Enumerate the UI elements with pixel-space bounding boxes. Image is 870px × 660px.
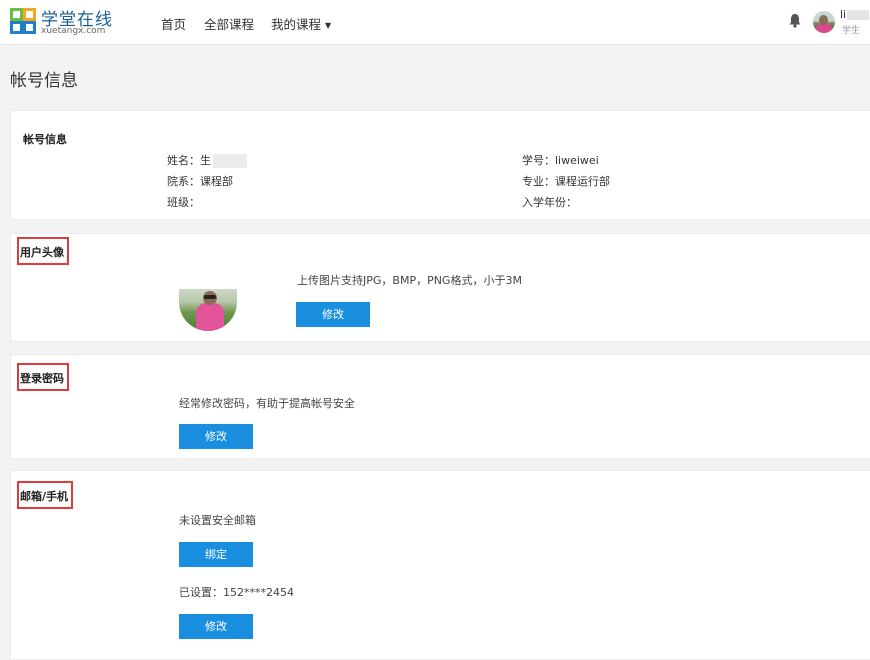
page-title: 帐号信息 — [10, 71, 78, 91]
nav-my-courses-label: 我的课程 — [271, 17, 322, 32]
contact-section-title: 邮箱/手机 — [17, 481, 74, 509]
student-number-field: 学号：liweiwei — [522, 154, 599, 167]
major-field: 专业：课程运行部 — [522, 175, 610, 188]
site-logo[interactable]: 学堂在线 xuetangx.com — [10, 6, 130, 38]
user-avatar[interactable] — [813, 11, 835, 33]
phone-status: 已设置：152****2454 — [179, 586, 294, 599]
bell-icon[interactable] — [788, 13, 802, 28]
account-info-card: 帐号信息 姓名：生 院系：课程部 班级： 学号：liweiwei 专业：课程运行… — [10, 110, 870, 220]
password-card: 登录密码 经常修改密码，有助于提高帐号安全 修改 — [10, 354, 870, 459]
change-password-button[interactable]: 修改 — [179, 424, 253, 449]
password-section-title: 登录密码 — [17, 363, 69, 391]
avatar-section-title: 用户头像 — [17, 237, 69, 265]
contact-card: 邮箱/手机 未设置安全邮箱 绑定 已设置：152****2454 修改 — [10, 470, 870, 660]
class-field: 班级： — [167, 196, 200, 209]
user-name[interactable]: li — [840, 8, 846, 21]
logo-subtitle: xuetangx.com — [41, 26, 106, 36]
photo-figure — [196, 303, 224, 331]
avatar-upload-hint: 上传图片支持JPG，BMP，PNG格式，小于3M — [297, 274, 522, 287]
user-role: 学生 — [842, 26, 861, 36]
name-redacted — [213, 154, 247, 168]
name-field: 姓名：生 — [167, 152, 247, 168]
edit-phone-button[interactable]: 修改 — [179, 614, 253, 639]
nav-all-courses[interactable]: 全部课程 — [204, 14, 254, 33]
avatar-face — [819, 15, 828, 25]
department-field: 院系：课程部 — [167, 175, 233, 188]
nav-home[interactable]: 首页 — [161, 14, 186, 33]
caret-down-icon: ▼ — [325, 21, 332, 30]
profile-photo — [179, 289, 237, 331]
logo-mark-icon — [10, 8, 36, 34]
edit-avatar-button[interactable]: 修改 — [296, 302, 370, 327]
avatar-card: 用户头像 上传图片支持JPG，BMP，PNG格式，小于3M 修改 — [10, 233, 870, 342]
account-info-title: 帐号信息 — [23, 133, 67, 146]
nav-my-courses[interactable]: 我的课程 ▼ — [271, 14, 331, 33]
top-header: 学堂在线 xuetangx.com 首页 全部课程 我的课程 ▼ li 学生 — [0, 0, 870, 45]
bind-email-button[interactable]: 绑定 — [179, 542, 253, 567]
password-hint: 经常修改密码，有助于提高帐号安全 — [179, 397, 355, 410]
email-status: 未设置安全邮箱 — [179, 514, 256, 527]
name-value: 生 — [200, 154, 211, 167]
photo-sunglasses — [204, 295, 216, 299]
user-name-redacted — [847, 10, 869, 20]
name-label: 姓名： — [167, 154, 200, 167]
enroll-year-field: 入学年份： — [522, 196, 577, 209]
